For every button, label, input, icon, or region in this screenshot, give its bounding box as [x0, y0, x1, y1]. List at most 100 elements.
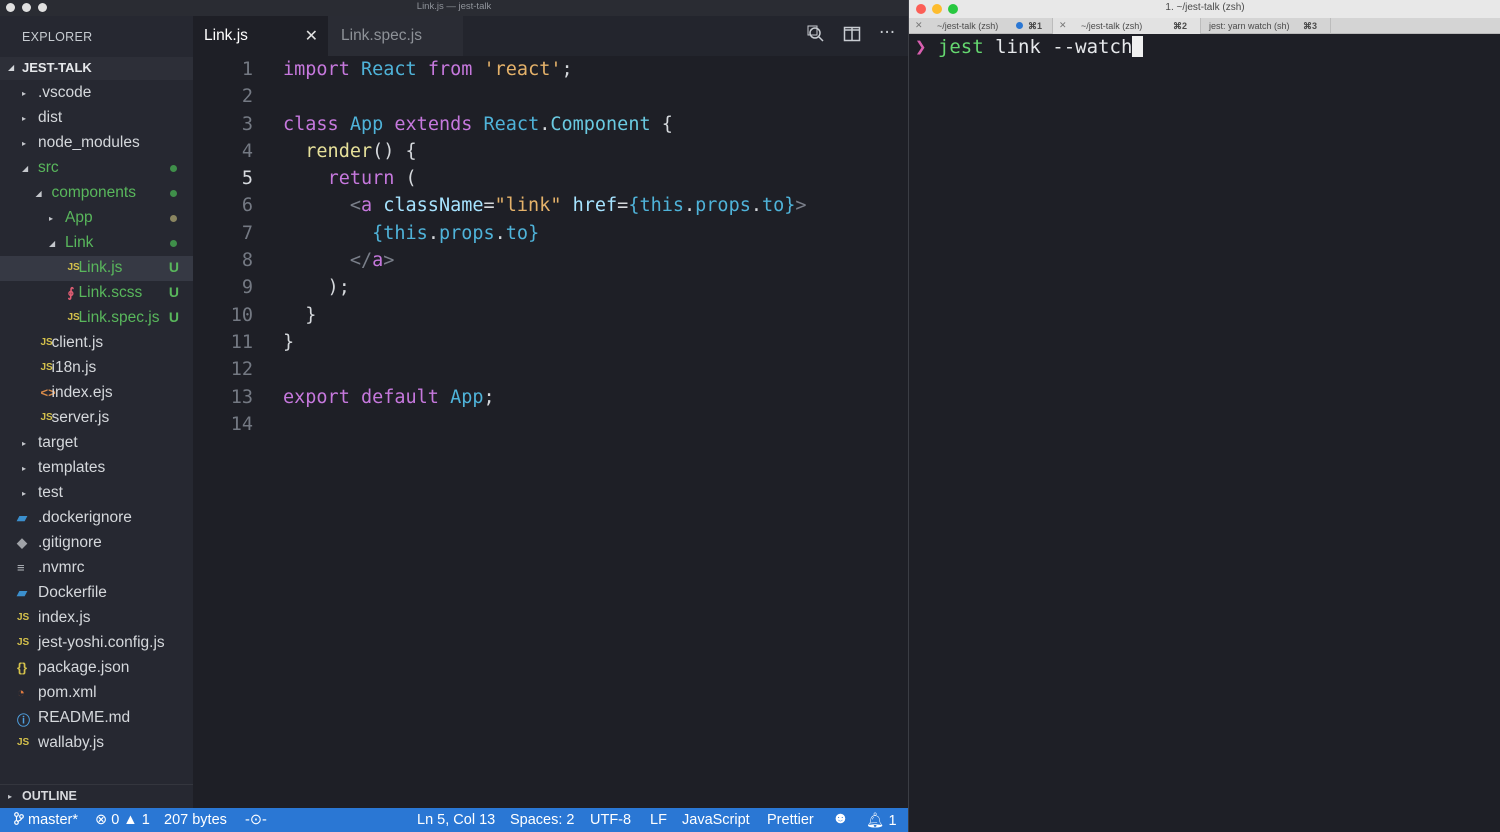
indentation-status[interactable]: Spaces: 2 [510, 812, 575, 828]
close-icon[interactable]: ✕ [305, 26, 318, 46]
tree-item-target[interactable]: ▸ target [0, 431, 193, 456]
git-status-dot [170, 190, 177, 197]
tree-item-i18n-js[interactable]: JS i18n.js [0, 356, 193, 381]
tree-item-dockerignore[interactable]: ▰ .dockerignore [0, 506, 193, 531]
close-icon[interactable]: ✕ [915, 20, 923, 31]
encoding-status[interactable]: UTF-8 [590, 812, 631, 828]
tree-item-test[interactable]: ▸ test [0, 481, 193, 506]
outline-section-header[interactable]: ▸ OUTLINE [0, 784, 193, 808]
code-text: render() { [305, 140, 417, 162]
feedback-smiley-icon[interactable]: ☻ [832, 810, 849, 828]
tree-item-dist[interactable]: ▸ dist [0, 106, 193, 131]
window-title: Link.js — jest-talk [416, 1, 492, 12]
terminal-tab-3[interactable]: jest: yarn watch (sh) ⌘3 [1201, 18, 1331, 34]
terminal-output[interactable]: ❯ jest link --watch [909, 34, 1500, 832]
tree-item-link-scss[interactable]: ∮ Link.scss U [0, 281, 193, 306]
terminal-title: 1. ~/jest-talk (zsh) [1165, 2, 1245, 13]
tree-item-label: Dockerfile [38, 584, 107, 601]
js-file-icon: JS [17, 612, 30, 623]
tree-item-app[interactable]: ▸ App [0, 206, 193, 231]
code-line[interactable]: 6 <a className="link" href={this.props.t… [193, 192, 908, 219]
code-text: import React from 'react'; [283, 59, 573, 80]
outline-label: OUTLINE [22, 789, 77, 803]
tree-item-vscode[interactable]: ▸ .vscode [0, 81, 193, 106]
code-line[interactable]: 13 export default App; [193, 384, 908, 411]
chevron-right-icon: ▸ [22, 464, 27, 473]
code-line[interactable]: 5 return ( [193, 165, 908, 192]
code-text: ); [283, 277, 350, 299]
tree-item-index-js[interactable]: JS index.js [0, 606, 193, 631]
tree-item-src[interactable]: ◢ src [0, 156, 193, 181]
tree-item-link-js[interactable]: JS Link.js U [0, 256, 193, 281]
tree-item-jest-yoshi-config-js[interactable]: JS jest-yoshi.config.js [0, 631, 193, 656]
explorer-sidebar: EXPLORER ◢ JEST-TALK ▸ .vscode ▸ dist ▸ node_… [0, 16, 193, 808]
command-name: jest [937, 36, 984, 58]
eol-status[interactable]: LF [650, 812, 667, 828]
git-status-dot [170, 215, 177, 222]
tree-item-index-ejs[interactable]: <> index.ejs [0, 381, 193, 406]
git-branch-status[interactable]: master* [14, 812, 78, 828]
formatter-status[interactable]: Prettier [767, 812, 814, 828]
code-line[interactable]: 4 render() { [193, 138, 908, 165]
open-changes-icon[interactable] [807, 25, 825, 48]
tree-item-label: dist [38, 109, 63, 126]
split-editor-icon[interactable] [843, 25, 861, 48]
code-line[interactable]: 8 </a> [193, 247, 908, 274]
code-line[interactable]: 14 [193, 411, 908, 438]
tree-item-label: wallaby.js [38, 734, 105, 751]
tree-item-dockerfile[interactable]: ▰ Dockerfile [0, 581, 193, 606]
text-file-icon: ≡ [17, 560, 25, 575]
code-line[interactable]: 10 } [193, 302, 908, 329]
tree-item-templates[interactable]: ▸ templates [0, 456, 193, 481]
tree-item-label: server.js [51, 409, 110, 426]
tree-item-gitignore[interactable]: ◆ .gitignore [0, 531, 193, 556]
docker-icon: ▰ [17, 585, 27, 600]
tree-item-label: i18n.js [51, 359, 97, 376]
tree-item-readme-md[interactable]: ⓘ README.md [0, 706, 193, 731]
tab-link-js[interactable]: Link.js ✕ [193, 16, 328, 56]
tab-label: Link.spec.js [341, 27, 422, 44]
tree-item-label: client.js [51, 334, 104, 351]
tree-item-label: src [38, 159, 59, 176]
activity-dot [1016, 22, 1023, 29]
tree-item-server-js[interactable]: JS server.js [0, 406, 193, 431]
tab-label: ~/jest-talk (zsh) [1081, 21, 1143, 31]
close-icon[interactable]: ✕ [1059, 20, 1067, 31]
more-actions-icon[interactable]: ··· [879, 23, 895, 43]
tree-item-link-spec-js[interactable]: JS Link.spec.js U [0, 306, 193, 331]
project-section-header[interactable]: ◢ JEST-TALK [0, 57, 193, 80]
code-line[interactable]: 2 [193, 83, 908, 110]
line-number: 6 [241, 195, 253, 217]
cursor-position[interactable]: Ln 5, Col 13 [417, 812, 495, 828]
tree-item-pom-xml[interactable]: ◔ pom.xml [0, 681, 193, 706]
tree-item-wallaby-js[interactable]: JS wallaby.js [0, 731, 193, 756]
code-line[interactable]: 7 {this.props.to} [193, 220, 908, 247]
terminal-tab-2[interactable]: ✕ ~/jest-talk (zsh) ⌘2 [1053, 18, 1201, 34]
sync-icon[interactable]: -⊙- [245, 812, 267, 828]
code-line[interactable]: 9 ); [193, 274, 908, 301]
tree-item-label: README.md [38, 709, 131, 726]
tree-item-link[interactable]: ◢ Link [0, 231, 193, 256]
code-line[interactable]: 11} [193, 329, 908, 356]
tree-item-node-modules[interactable]: ▸ node_modules [0, 131, 193, 156]
tree-item-label: Link.js [78, 259, 123, 276]
tree-item-components[interactable]: ◢ components [0, 181, 193, 206]
tree-item-label: .vscode [38, 84, 92, 101]
tree-item-nvmrc[interactable]: ≡ .nvmrc [0, 556, 193, 581]
docker-icon: ▰ [17, 510, 27, 525]
language-mode[interactable]: JavaScript [682, 812, 750, 828]
vscode-window: Link.js — jest-talk EXPLORER ◢ JEST-TALK… [0, 0, 908, 832]
tree-item-package-json[interactable]: {} package.json [0, 656, 193, 681]
problems-status[interactable]: ⊗ 0 ▲ 1 [95, 812, 150, 828]
code-line[interactable]: 3 class App extends React.Component { [193, 111, 908, 138]
terminal-tab-1[interactable]: ✕ ~/jest-talk (zsh) ⌘1 [909, 18, 1053, 34]
tree-item-client-js[interactable]: JS client.js [0, 331, 193, 356]
info-icon: ⓘ [17, 713, 31, 728]
tab-link-spec-js[interactable]: Link.spec.js [328, 16, 463, 56]
code-line[interactable]: 12 [193, 356, 908, 383]
chevron-right-icon: ▸ [49, 214, 54, 223]
code-line[interactable]: 1 import React from 'react'; [193, 56, 908, 83]
code-editor[interactable]: 1 import React from 'react'; 2 3 class App e… [193, 56, 908, 438]
git-status-badge: U [168, 259, 179, 275]
notifications-status[interactable]: 🔔︎ 1 [866, 812, 897, 829]
